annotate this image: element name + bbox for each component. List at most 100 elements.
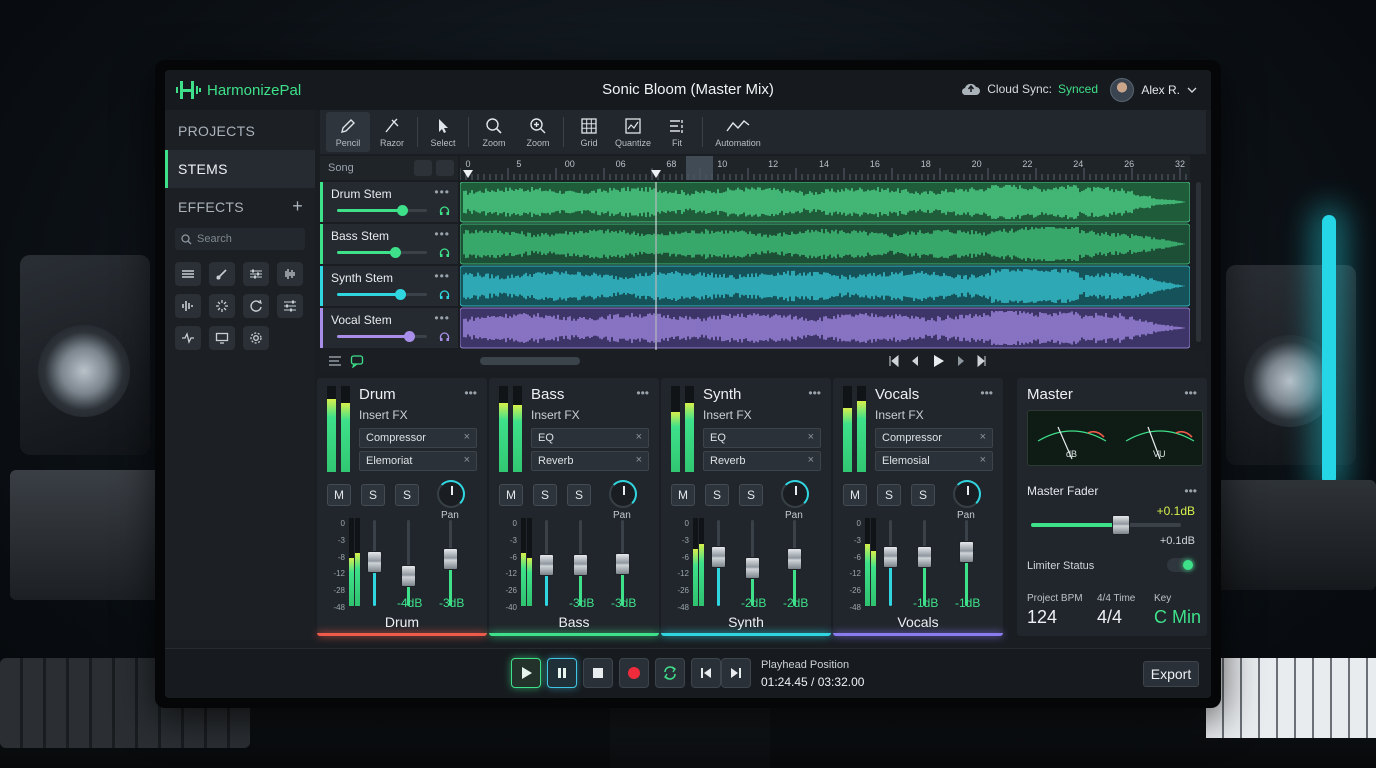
- fader-handle[interactable]: [959, 541, 974, 564]
- close-icon[interactable]: ×: [464, 454, 470, 466]
- channel-fader[interactable]: [787, 520, 802, 606]
- loop-button[interactable]: [655, 658, 685, 688]
- fader-handle[interactable]: [539, 554, 554, 577]
- channel-options-button[interactable]: •••: [636, 386, 649, 400]
- channel-fader[interactable]: [615, 520, 630, 606]
- channel-fader[interactable]: [711, 520, 726, 606]
- monitor-icon[interactable]: [209, 326, 235, 350]
- solo-safe-button[interactable]: S: [739, 484, 763, 506]
- menu-icon[interactable]: [328, 354, 342, 368]
- sidebar-item-stems[interactable]: STEMS: [165, 150, 315, 188]
- fader-handle[interactable]: [883, 545, 898, 568]
- pan-knob[interactable]: [437, 480, 465, 508]
- fader-handle[interactable]: [917, 545, 932, 568]
- vertical-scrollbar[interactable]: [1196, 182, 1201, 342]
- list-view-icon[interactable]: [436, 160, 454, 176]
- sparkle-icon[interactable]: [209, 294, 235, 318]
- track-options-button[interactable]: •••: [434, 269, 450, 283]
- pulse-icon[interactable]: [175, 326, 201, 350]
- waveform-icon[interactable]: [277, 262, 303, 286]
- close-icon[interactable]: ×: [636, 431, 642, 443]
- insert-fx-slot[interactable]: Compressor ×: [875, 428, 993, 448]
- time-signature-value[interactable]: 4/4: [1097, 607, 1122, 628]
- track-volume-slider[interactable]: [337, 205, 427, 216]
- solo-safe-button[interactable]: S: [911, 484, 935, 506]
- insert-fx-slot[interactable]: Compressor ×: [359, 428, 477, 448]
- limiter-toggle[interactable]: [1167, 558, 1195, 572]
- channel-options-button[interactable]: •••: [464, 386, 477, 400]
- skip-forward-button[interactable]: [721, 658, 751, 688]
- solo-button[interactable]: S: [877, 484, 901, 506]
- channel-options-button[interactable]: •••: [808, 386, 821, 400]
- chat-icon[interactable]: [350, 354, 364, 368]
- mixer-icon[interactable]: [277, 294, 303, 318]
- channel-fader[interactable]: [917, 520, 932, 606]
- fit-tool-button[interactable]: Fit: [655, 112, 699, 152]
- insert-fx-slot[interactable]: Elemosial ×: [875, 451, 993, 471]
- solo-button[interactable]: S: [705, 484, 729, 506]
- insert-fx-slot[interactable]: EQ ×: [531, 428, 649, 448]
- fader-handle[interactable]: [745, 556, 760, 579]
- pan-knob[interactable]: [953, 480, 981, 508]
- eq-sliders-icon[interactable]: [243, 262, 269, 286]
- pan-knob[interactable]: [609, 480, 637, 508]
- track-volume-slider[interactable]: [337, 331, 427, 342]
- export-button[interactable]: Export: [1143, 661, 1199, 687]
- fader-handle[interactable]: [367, 550, 382, 573]
- solo-button[interactable]: S: [533, 484, 557, 506]
- channel-fader[interactable]: [883, 520, 898, 606]
- gear-icon[interactable]: [243, 326, 269, 350]
- fader-handle[interactable]: [443, 548, 458, 571]
- sidebar-item-projects[interactable]: PROJECTS: [165, 112, 315, 150]
- track-lanes[interactable]: [460, 182, 1190, 350]
- master-options-button[interactable]: •••: [1184, 386, 1197, 400]
- bars-icon[interactable]: [175, 294, 201, 318]
- stop-button[interactable]: [583, 658, 613, 688]
- zoom-in-tool-button[interactable]: Zoom: [516, 112, 560, 152]
- headphones-icon[interactable]: [439, 289, 450, 300]
- channel-fader[interactable]: [573, 520, 588, 606]
- mute-button[interactable]: M: [671, 484, 695, 506]
- cloud-sync-status[interactable]: Cloud Sync: Synced: [961, 82, 1098, 96]
- mute-button[interactable]: M: [499, 484, 523, 506]
- horizontal-scrollbar[interactable]: [480, 357, 580, 365]
- close-icon[interactable]: ×: [636, 454, 642, 466]
- channel-options-button[interactable]: •••: [980, 386, 993, 400]
- track-volume-slider[interactable]: [337, 289, 427, 300]
- headphones-icon[interactable]: [439, 247, 450, 258]
- key-value[interactable]: C Min: [1154, 607, 1201, 628]
- track-header[interactable]: Synth Stem •••: [320, 266, 458, 306]
- headphones-icon[interactable]: [439, 205, 450, 216]
- pause-button[interactable]: [547, 658, 577, 688]
- mute-button[interactable]: M: [843, 484, 867, 506]
- quantize-tool-button[interactable]: Quantize: [611, 112, 655, 152]
- play-button[interactable]: [511, 658, 541, 688]
- track-options-button[interactable]: •••: [434, 311, 450, 325]
- close-icon[interactable]: ×: [980, 454, 986, 466]
- zoom-out-tool-button[interactable]: Zoom: [472, 112, 516, 152]
- skip-back-button[interactable]: [691, 658, 721, 688]
- close-icon[interactable]: ×: [808, 431, 814, 443]
- channel-fader[interactable]: [401, 520, 416, 606]
- loop-icon[interactable]: [243, 294, 269, 318]
- sidebar-item-effects[interactable]: EFFECTS +: [165, 188, 315, 226]
- track-options-button[interactable]: •••: [434, 185, 450, 199]
- master-fader-options-button[interactable]: •••: [1184, 484, 1197, 498]
- close-icon[interactable]: ×: [980, 431, 986, 443]
- master-fader[interactable]: [1031, 515, 1181, 535]
- channel-fader[interactable]: [539, 520, 554, 606]
- insert-fx-slot[interactable]: EQ ×: [703, 428, 821, 448]
- timeline-ruler[interactable]: 0 5 00 06 68 10 12 14 16 18 20 22 24 26 32: [460, 156, 1190, 180]
- grid-tool-button[interactable]: Grid: [567, 112, 611, 152]
- fader-handle[interactable]: [615, 553, 630, 576]
- solo-safe-button[interactable]: S: [567, 484, 591, 506]
- add-effect-button[interactable]: +: [292, 196, 303, 217]
- fader-handle[interactable]: [711, 545, 726, 568]
- insert-fx-slot[interactable]: Elemoriat ×: [359, 451, 477, 471]
- channel-fader[interactable]: [443, 520, 458, 606]
- track-options-button[interactable]: •••: [434, 227, 450, 241]
- fader-handle[interactable]: [787, 548, 802, 571]
- stack-icon[interactable]: [175, 262, 201, 286]
- razor-tool-button[interactable]: Razor: [370, 112, 414, 152]
- track-header[interactable]: Drum Stem •••: [320, 182, 458, 222]
